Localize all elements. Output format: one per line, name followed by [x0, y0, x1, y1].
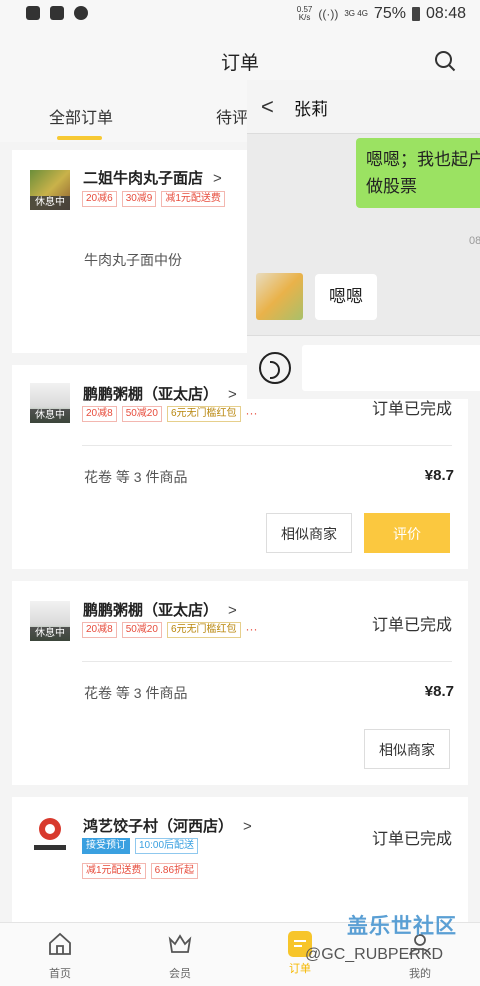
promo-tag: 6元无门槛红包 — [166, 622, 241, 638]
chevron-right-icon: > — [243, 818, 252, 835]
review-button[interactable]: 评价 — [364, 513, 450, 553]
shop-image: 休息中 — [30, 383, 70, 423]
order-price: ¥8.7 — [424, 467, 454, 484]
wifi-icon: ((·)) — [318, 7, 339, 21]
message-time: 08 — [469, 235, 480, 247]
more-promos[interactable]: ··· — [246, 622, 258, 638]
divider — [82, 661, 452, 662]
shop-name[interactable]: 二姐牛肉丸子面店 > — [83, 167, 222, 188]
shop-image: 休息中 — [30, 601, 70, 641]
chat-contact-name: 张莉 — [294, 100, 328, 119]
divider — [82, 445, 452, 446]
home-icon — [49, 932, 71, 955]
delivery-time-tag: 10:00后配送 — [135, 838, 199, 854]
page-title: 订单 — [220, 53, 259, 74]
app-notification-icon — [74, 6, 88, 20]
incoming-message: 嗯嗯 — [315, 274, 377, 320]
search-icon[interactable] — [434, 50, 456, 72]
chat-header: < 张莉 — [247, 80, 480, 134]
promo-list: 20减6 30减9 减1元配送费 — [82, 191, 225, 207]
rest-badge: 休息中 — [30, 196, 70, 210]
crown-icon — [168, 934, 192, 953]
chevron-right-icon: > — [228, 386, 237, 403]
order-card[interactable]: 鸿艺饺子村（河西店） > 接受预订 10:00后配送 减1元配送费 6.86折起 … — [12, 797, 468, 922]
promo-tag: 6.86折起 — [150, 863, 199, 879]
tab-all-orders[interactable]: 全部订单 — [49, 104, 113, 128]
promo-tag: 30减9 — [121, 191, 157, 207]
order-items: 花卷 等 3 件商品 — [84, 685, 188, 701]
rest-badge: 休息中 — [30, 627, 70, 641]
order-status: 订单已完成 — [371, 617, 452, 634]
dumpling-logo-icon — [34, 818, 66, 850]
promo-tag: 减1元配送费 — [82, 863, 146, 879]
outgoing-message: 嗯嗯；我也起户做股票 — [356, 138, 480, 208]
voice-icon[interactable] — [259, 352, 291, 384]
shop-name[interactable]: 鸿艺饺子村（河西店） > — [83, 815, 252, 836]
nav-home[interactable]: 首页 — [20, 923, 100, 981]
promo-tag: 6元无门槛红包 — [166, 406, 241, 422]
chat-input-bar — [247, 335, 480, 399]
similar-shops-button[interactable]: 相似商家 — [266, 513, 352, 553]
promo-tag: 减1元配送费 — [161, 191, 225, 207]
network-indicator: 3G 4G — [344, 9, 368, 18]
shop-image: 休息中 — [30, 170, 70, 210]
order-price: ¥8.7 — [424, 683, 454, 700]
net-speed: 0.57 K/s — [296, 5, 313, 22]
shop-logo — [30, 815, 70, 855]
nav-member[interactable]: 会员 — [140, 923, 220, 981]
status-bar: 0.57 K/s ((·)) 3G 4G 75% 08:48 — [0, 0, 480, 30]
chevron-right-icon: > — [228, 602, 237, 619]
rest-badge: 休息中 — [30, 409, 70, 423]
promo-tag: 50减20 — [121, 622, 162, 638]
battery-percent: 75% — [373, 5, 406, 22]
message-notification-icon — [26, 6, 40, 20]
preorder-tag: 接受预订 — [82, 838, 130, 854]
delivery-tags: 接受预订 10:00后配送 — [82, 838, 199, 854]
promo-list: 20减8 50减20 6元无门槛红包 ··· — [82, 622, 258, 638]
chat-popup[interactable]: < 张莉 嗯嗯；我也起户做股票 08 嗯嗯 — [247, 80, 480, 399]
order-card[interactable]: 休息中 鹏鹏粥棚（亚太店） > 20减8 50减20 6元无门槛红包 ··· 订单… — [12, 581, 468, 785]
message-input[interactable] — [302, 345, 480, 391]
promo-list: 20减8 50减20 6元无门槛红包 ··· — [82, 406, 258, 422]
more-promos[interactable]: ··· — [246, 406, 258, 422]
promo-list: 减1元配送费 6.86折起 — [82, 863, 199, 879]
promo-tag: 50减20 — [121, 406, 162, 422]
watermark-brand: 盖乐世社区 — [347, 915, 457, 938]
active-tab-indicator — [57, 136, 102, 140]
promo-tag: 20减6 — [82, 191, 117, 207]
back-arrow-icon[interactable]: < — [261, 94, 274, 120]
chevron-right-icon: > — [213, 170, 222, 187]
similar-shops-button[interactable]: 相似商家 — [364, 729, 450, 769]
avatar[interactable] — [256, 273, 303, 320]
order-items: 花卷 等 3 件商品 — [84, 469, 188, 485]
promo-tag: 20减8 — [82, 622, 117, 638]
shop-name[interactable]: 鹏鹏粥棚（亚太店） > — [83, 599, 237, 620]
order-status: 订单已完成 — [371, 831, 452, 848]
shop-name[interactable]: 鹏鹏粥棚（亚太店） > — [83, 383, 237, 404]
watermark-user: @GC_RUBPERKD — [305, 946, 444, 963]
promo-tag: 20减8 — [82, 406, 117, 422]
clock: 08:48 — [425, 5, 466, 22]
order-items: 牛肉丸子面中份 — [84, 252, 182, 268]
battery-icon — [411, 7, 420, 21]
weather-icon — [50, 6, 64, 20]
tab-pending-review[interactable]: 待评 — [216, 104, 248, 128]
